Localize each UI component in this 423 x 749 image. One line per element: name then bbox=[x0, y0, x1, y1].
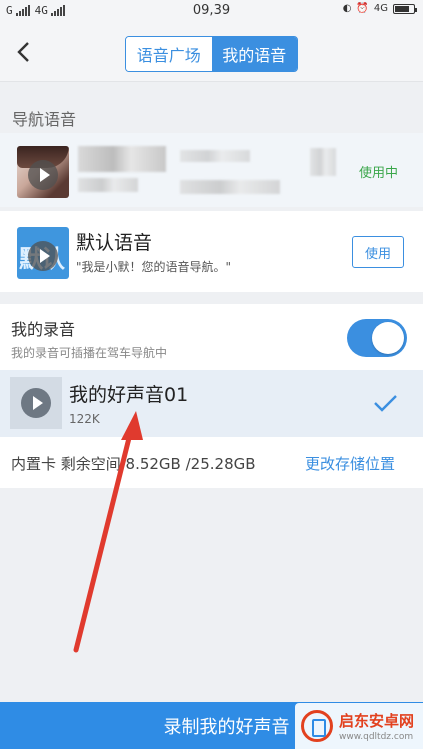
tab-switcher: 语音广场 我的语音 bbox=[125, 36, 298, 72]
header: 语音广场 我的语音 bbox=[0, 22, 423, 82]
default-voice-subtitle: "我是小默！您的语音导航。" bbox=[76, 260, 232, 274]
storage-info: 内置卡 剩余空间 8.52GB /25.28GB bbox=[11, 455, 256, 473]
network-label-right: 4G bbox=[373, 3, 388, 14]
status-bar: G 4G 09,39 ◐ ⏰ 4G bbox=[0, 0, 423, 22]
recording-thumb bbox=[10, 377, 62, 429]
blurred-voice-desc-2 bbox=[180, 180, 280, 194]
toggle-knob bbox=[372, 322, 404, 354]
my-recordings-subtitle: 我的录音可插播在驾车导航中 bbox=[11, 346, 168, 360]
record-voice-label: 录制我的好声音 bbox=[163, 716, 290, 738]
default-voice-title: 默认语音 bbox=[76, 232, 153, 254]
blurred-voice-desc bbox=[78, 178, 138, 192]
blurred-detail-2 bbox=[310, 148, 336, 176]
watermark-name: 启东安卓网 bbox=[339, 712, 415, 730]
chevron-left-icon bbox=[17, 42, 29, 62]
alarm-icon: ⏰ bbox=[356, 3, 369, 14]
recordings-toggle[interactable] bbox=[347, 319, 407, 357]
tab-my-voice[interactable]: 我的语音 bbox=[211, 37, 297, 71]
recording-name: 我的好声音01 bbox=[69, 384, 189, 406]
check-icon bbox=[374, 395, 397, 412]
use-default-voice-button[interactable]: 使用 bbox=[352, 236, 404, 268]
current-voice-avatar bbox=[17, 146, 69, 198]
storage-row: 内置卡 剩余空间 8.52GB /25.28GB 更改存储位置 bbox=[0, 437, 423, 488]
blurred-voice-name bbox=[78, 146, 166, 172]
in-use-status: 使用中 bbox=[359, 166, 399, 181]
do-not-disturb-icon: ◐ bbox=[342, 3, 352, 14]
my-recordings-title: 我的录音 bbox=[11, 320, 76, 339]
watermark-logo: 启东安卓网 www.qdltdz.com bbox=[295, 703, 423, 749]
tab-voice-square[interactable]: 语音广场 bbox=[126, 37, 212, 71]
watermark-icon bbox=[301, 710, 333, 742]
change-storage-link[interactable]: 更改存储位置 bbox=[305, 453, 395, 474]
play-icon[interactable] bbox=[28, 241, 58, 271]
recording-size: 122K bbox=[69, 412, 100, 426]
back-button[interactable] bbox=[12, 38, 36, 66]
play-icon[interactable] bbox=[28, 160, 58, 190]
battery-icon bbox=[393, 3, 417, 14]
play-icon[interactable] bbox=[21, 388, 51, 418]
default-voice-thumb: 默认 bbox=[17, 227, 69, 279]
status-right: ◐ ⏰ 4G bbox=[342, 3, 417, 14]
recording-item[interactable]: 我的好声音01 122K bbox=[0, 370, 423, 437]
blurred-detail bbox=[180, 150, 250, 162]
watermark-url: www.qdltdz.com bbox=[339, 732, 414, 742]
section-nav-voice-label: 导航语音 bbox=[12, 110, 77, 129]
